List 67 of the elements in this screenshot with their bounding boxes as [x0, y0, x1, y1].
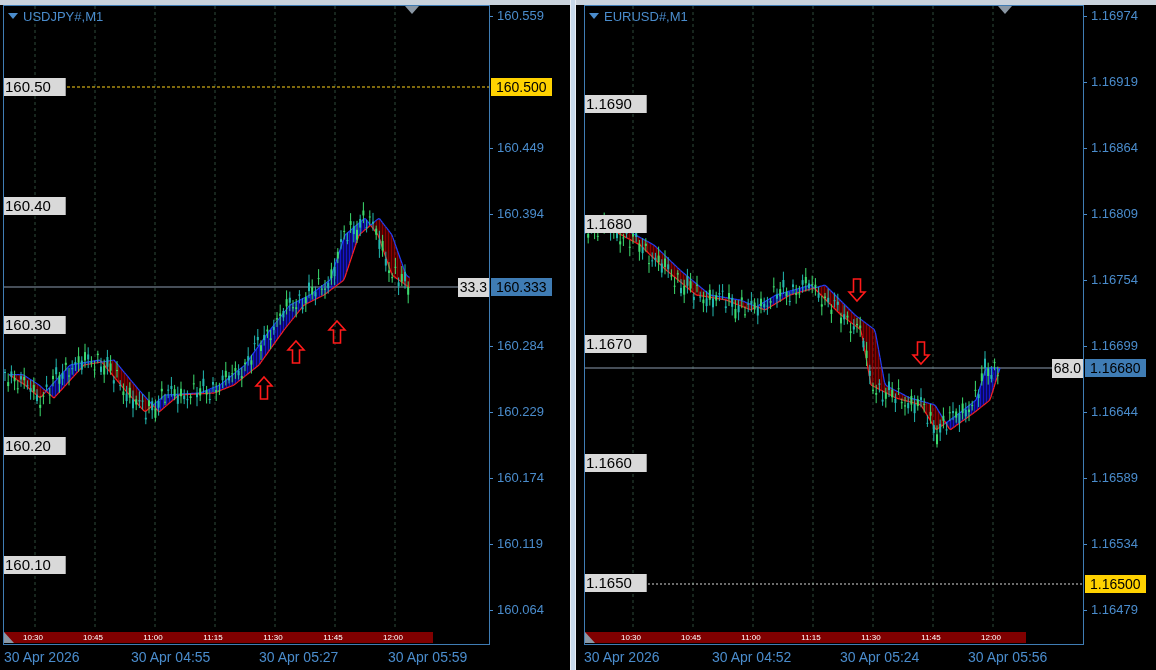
corner-icon [585, 632, 595, 643]
time-label: 30 Apr 2026 [584, 648, 660, 667]
level-label: 1.1680 [585, 215, 647, 233]
hour-label: 11:45 [323, 632, 343, 643]
level-label: 160.20 [4, 437, 66, 455]
down-arrow-icon [847, 278, 867, 303]
readout-tag: 68.0 [1051, 359, 1083, 378]
price-tick: 1.16864 [1091, 140, 1138, 156]
level-label: 1.1650 [585, 574, 647, 592]
hour-label: 11:45 [921, 632, 941, 643]
price-tick: 160.119 [497, 536, 544, 552]
down-arrow-icon [911, 341, 931, 366]
hour-label: 12:00 [383, 632, 403, 643]
hour-label: 11:15 [203, 632, 223, 643]
bid-price-tag: 1.16680 [1085, 359, 1146, 377]
price-tick: 160.284 [497, 338, 544, 354]
time-label: 30 Apr 04:52 [712, 648, 792, 667]
readout-tag: 33.3 [457, 278, 489, 297]
level-label: 160.50 [4, 78, 66, 96]
level-label: 160.10 [4, 556, 66, 574]
price-tick: 1.16644 [1091, 404, 1138, 420]
level-label: 1.1660 [585, 454, 647, 472]
hour-label: 11:00 [143, 632, 163, 643]
price-tick: 160.174 [497, 470, 544, 486]
hour-label: 10:45 [83, 632, 103, 643]
price-tick: 160.229 [497, 404, 544, 420]
chart-title: EURUSD#,M1 [604, 8, 688, 26]
alert-price-tag: 1.16500 [1085, 575, 1146, 593]
corner-icon [4, 632, 14, 643]
up-arrow-icon [286, 339, 306, 364]
time-label: 30 Apr 05:59 [388, 648, 468, 667]
hour-label: 10:30 [621, 632, 641, 643]
level-label: 1.1670 [585, 335, 647, 353]
price-tick: 1.16699 [1091, 338, 1138, 354]
price-tick: 1.16974 [1091, 8, 1138, 24]
price-tick: 1.16479 [1091, 602, 1138, 618]
time-label: 30 Apr 05:24 [840, 648, 920, 667]
price-tick: 1.16919 [1091, 74, 1138, 90]
bid-price-tag: 160.333 [491, 278, 552, 296]
price-tick: 160.394 [497, 206, 544, 222]
hour-label: 11:00 [741, 632, 761, 643]
time-label: 30 Apr 05:27 [259, 648, 339, 667]
price-tick: 1.16754 [1091, 272, 1138, 288]
dropdown-icon[interactable] [8, 13, 18, 21]
alert-price-tag: 160.500 [491, 78, 552, 96]
up-arrow-icon [254, 375, 274, 400]
up-arrow-icon [327, 319, 347, 344]
price-tick: 1.16809 [1091, 206, 1138, 222]
price-tick: 1.16589 [1091, 470, 1138, 486]
hour-label: 12:00 [981, 632, 1001, 643]
price-tick: 160.559 [497, 8, 544, 24]
hour-label: 11:30 [263, 632, 283, 643]
hour-label: 11:15 [801, 632, 821, 643]
price-tick: 160.449 [497, 140, 544, 156]
level-label: 160.40 [4, 197, 66, 215]
time-label: 30 Apr 2026 [4, 648, 80, 667]
level-label: 160.30 [4, 316, 66, 334]
hour-label: 10:45 [681, 632, 701, 643]
time-label: 30 Apr 05:56 [968, 648, 1048, 667]
level-label: 1.1690 [585, 95, 647, 113]
price-tick: 160.064 [497, 602, 544, 618]
dropdown-icon[interactable] [589, 13, 599, 21]
chart-title: USDJPY#,M1 [23, 8, 104, 26]
hour-label: 11:30 [861, 632, 881, 643]
hour-label: 10:30 [23, 632, 43, 643]
price-tick: 1.16534 [1091, 536, 1138, 552]
time-label: 30 Apr 04:55 [131, 648, 211, 667]
